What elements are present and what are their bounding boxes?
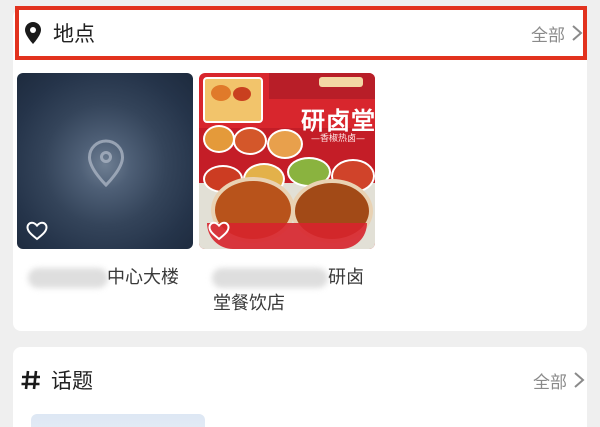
- place-name-1[interactable]: 中心大楼: [107, 265, 179, 291]
- chevron-right-icon: [572, 25, 583, 41]
- chevron-right-icon: [574, 372, 585, 388]
- places-view-all-link[interactable]: 全部: [531, 21, 583, 46]
- location-pin-icon: [19, 19, 47, 47]
- place-card-2[interactable]: 研卤堂 —香椒热卤—: [199, 73, 375, 249]
- places-view-all-label: 全部: [531, 25, 565, 46]
- location-pin-icon: [87, 139, 125, 187]
- place-card-1[interactable]: [17, 73, 193, 249]
- heart-icon[interactable]: [26, 221, 48, 241]
- heart-icon[interactable]: [208, 221, 230, 241]
- redacted-text: [28, 268, 108, 288]
- brand-subtitle: —香椒热卤—: [311, 134, 366, 144]
- place-name-2-line2[interactable]: 堂餐饮店: [213, 291, 285, 317]
- search-results-page: 地点 全部 研卤堂 —香椒热卤— 中心大楼 研卤 堂餐饮店 话题 全部: [0, 0, 600, 427]
- topics-title: 话题: [51, 369, 93, 393]
- places-header[interactable]: 地点 全部: [15, 6, 587, 60]
- redacted-text: [212, 268, 328, 288]
- place-name-2-line1[interactable]: 研卤: [328, 265, 364, 291]
- places-title: 地点: [53, 22, 95, 46]
- topics-header[interactable]: 话题 全部: [17, 357, 585, 403]
- topics-view-all-label: 全部: [533, 372, 567, 393]
- topics-view-all-link[interactable]: 全部: [533, 368, 585, 393]
- topic-card[interactable]: [31, 414, 205, 427]
- food-photo: 研卤堂 —香椒热卤—: [199, 73, 375, 249]
- hashtag-icon: [17, 366, 45, 394]
- place-placeholder-image: [17, 73, 193, 249]
